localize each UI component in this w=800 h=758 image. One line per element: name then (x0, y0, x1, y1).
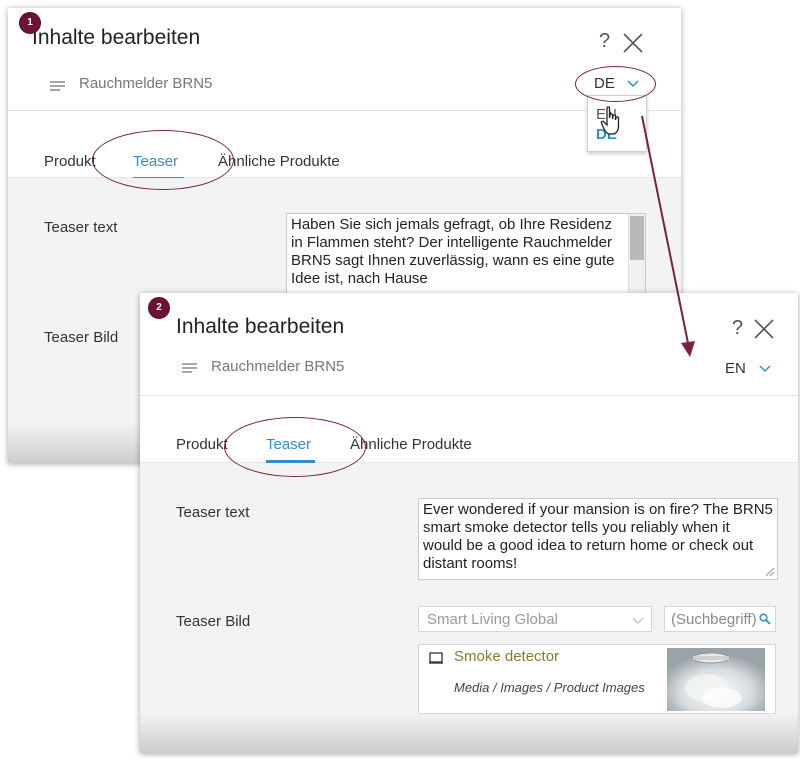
scrollbar[interactable] (628, 214, 645, 294)
help-button[interactable]: ? (599, 30, 610, 53)
highlight-ellipse-language (575, 66, 656, 102)
hand-cursor-icon (600, 106, 620, 135)
tab-similar-products[interactable]: Ähnliche Produkte (350, 436, 472, 453)
resize-handle-icon[interactable] (765, 567, 775, 577)
chevron-down-icon[interactable] (759, 365, 771, 373)
site-select[interactable]: Smart Living Global (418, 606, 652, 632)
teaser-text-label: Teaser text (176, 504, 250, 521)
language-dropdown: EN DE (587, 95, 647, 152)
scrollbar-thumb[interactable] (630, 216, 644, 260)
step-badge-2: 2 (148, 297, 170, 319)
tab-produkt[interactable]: Produkt (44, 153, 96, 170)
highlight-ellipse-tab-2 (224, 417, 366, 477)
content-shade (140, 713, 798, 753)
smoke-detector-image (667, 648, 765, 711)
tab-produkt[interactable]: Produkt (176, 436, 228, 453)
step-badge-1: 1 (19, 12, 41, 34)
dialog-title: Inhalte bearbeiten (32, 26, 201, 49)
menu-lines-icon (182, 363, 197, 373)
dialog-title: Inhalte bearbeiten (176, 315, 345, 338)
dialog-header: Inhalte bearbeiten ? Rauchmelder BRN5 DE (8, 8, 681, 111)
menu-lines-icon (50, 81, 65, 91)
image-placeholder-icon (429, 652, 443, 664)
teaser-text-value: Ever wondered if your mansion is on fire… (423, 501, 773, 572)
image-card-path: Media / Images / Product Images (454, 680, 645, 695)
tab-similar-products[interactable]: Ähnliche Produkte (218, 153, 340, 170)
teaser-text-label: Teaser text (44, 219, 118, 236)
close-icon[interactable] (753, 318, 775, 340)
teaser-image-label: Teaser Bild (44, 329, 119, 346)
teaser-image-label: Teaser Bild (176, 613, 251, 630)
help-button[interactable]: ? (732, 317, 743, 340)
teaser-text-field[interactable]: Haben Sie sich jemals gefragt, ob Ihre R… (286, 213, 646, 295)
dialog-header: Inhalte bearbeiten ? Rauchmelder BRN5 EN (140, 293, 798, 396)
product-name: Rauchmelder BRN5 (211, 358, 345, 375)
search-icon[interactable] (759, 613, 771, 625)
close-icon[interactable] (622, 32, 644, 54)
language-select[interactable]: EN (725, 360, 746, 377)
teaser-text-field[interactable]: Ever wondered if your mansion is on fire… (418, 498, 778, 580)
image-card[interactable]: Smoke detector Media / Images / Product … (418, 644, 776, 714)
chevron-down-icon[interactable] (632, 617, 644, 624)
teaser-text-value: Haben Sie sich jemals gefragt, ob Ihre R… (291, 216, 615, 287)
dialog-content: Teaser text Ever wondered if your mansio… (140, 463, 798, 753)
product-name: Rauchmelder BRN5 (79, 75, 213, 92)
highlight-ellipse-tab-1 (92, 130, 234, 190)
image-card-title[interactable]: Smoke detector (454, 648, 559, 665)
edit-content-dialog-en: Inhalte bearbeiten ? Rauchmelder BRN5 EN… (140, 293, 798, 753)
